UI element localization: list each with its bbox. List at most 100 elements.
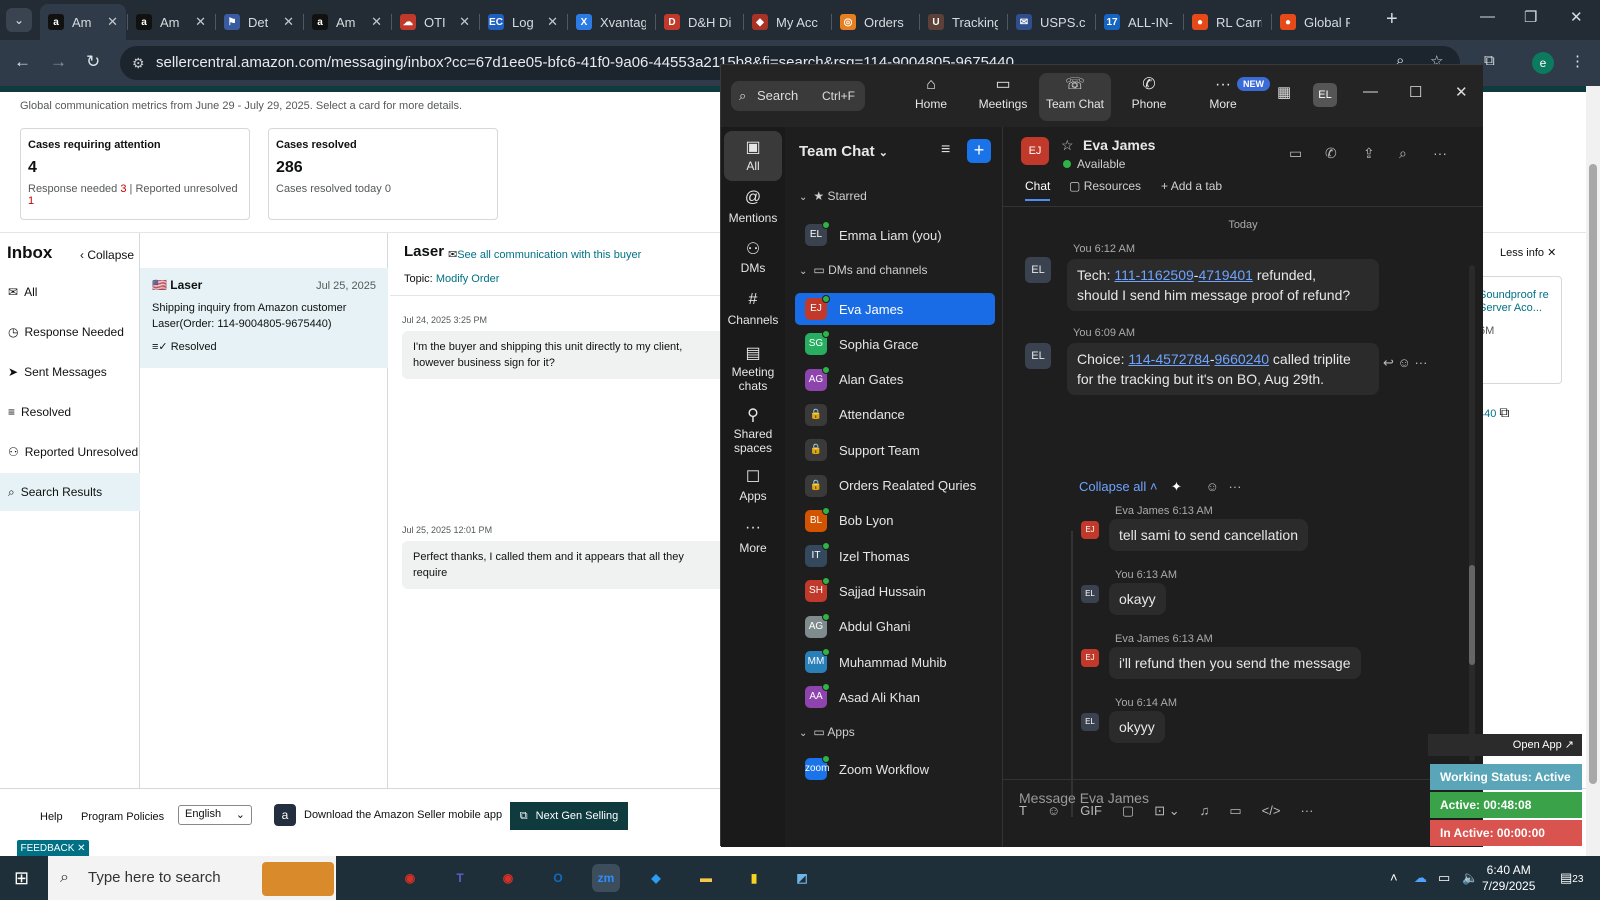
tab-add[interactable]: + Add a tab: [1161, 179, 1222, 193]
new-tab-button[interactable]: +: [1386, 8, 1398, 31]
new-chat-button[interactable]: +: [967, 139, 991, 163]
tab-close-icon[interactable]: ✕: [459, 14, 470, 30]
star-icon[interactable]: ☆: [1061, 137, 1074, 154]
see-all-communication-link[interactable]: ✉See all communication with this buyer: [448, 248, 641, 261]
composer-tool-icon[interactable]: ☺: [1047, 803, 1060, 818]
inbox-nav-item[interactable]: ≡ Resolved: [0, 393, 140, 431]
composer-tool-icon[interactable]: ⊡ ⌄: [1154, 803, 1179, 818]
chat-list-item[interactable]: SG Sophia Grace: [795, 328, 995, 360]
chat-list-item[interactable]: 🔒 Orders Realated Quries: [795, 470, 995, 502]
filter-icon[interactable]: ≡: [941, 141, 950, 159]
rail-item[interactable]: ··· More: [724, 519, 782, 555]
order-link[interactable]: 111-1162509: [1114, 267, 1193, 283]
zoom-tab[interactable]: ✆ Phone: [1113, 73, 1185, 121]
next-gen-selling-button[interactable]: ⧉ Next Gen Selling: [510, 802, 628, 830]
sender-avatar[interactable]: EL: [1025, 257, 1051, 283]
tab-close-icon[interactable]: ✕: [107, 14, 118, 30]
zoom-tab[interactable]: ☏ Team Chat: [1039, 73, 1111, 121]
reply-avatar[interactable]: EJ: [1081, 521, 1099, 539]
composer-tool-icon[interactable]: GIF: [1080, 803, 1102, 818]
taskbar-app-icon[interactable]: ⧉: [346, 864, 374, 892]
less-info-button[interactable]: Less info ✕: [1500, 246, 1556, 259]
chat-scrollbar[interactable]: [1469, 265, 1475, 761]
language-select[interactable]: English ⌄: [178, 805, 252, 825]
browser-tab[interactable]: D D&H Di: [656, 4, 742, 40]
chat-list-item[interactable]: EJ Eva James: [795, 293, 995, 325]
browser-tab[interactable]: ● Global F: [1272, 4, 1358, 40]
user-avatar[interactable]: EL: [1313, 83, 1337, 107]
sender-avatar[interactable]: EL: [1025, 343, 1051, 369]
chevron-up-icon[interactable]: ˄: [1390, 870, 1398, 885]
taskbar-app-icon[interactable]: ◆: [642, 864, 670, 892]
cases-resolved-card[interactable]: Cases resolved 286 Cases resolved today …: [268, 128, 498, 220]
tab-close-icon[interactable]: ✕: [283, 14, 294, 30]
zoom-search[interactable]: ⌕ Search Ctrl+F: [731, 81, 865, 111]
browser-tab[interactable]: a Am ✕: [40, 4, 126, 40]
contact-name[interactable]: Eva James: [1083, 137, 1155, 153]
order-link[interactable]: 4719401: [1198, 267, 1253, 283]
tab-resources[interactable]: ▢ Resources: [1069, 179, 1141, 193]
notification-icon[interactable]: ▤23: [1560, 870, 1583, 886]
chat-list-item[interactable]: MM Muhammad Muhib: [795, 646, 995, 678]
scroll-thumb[interactable]: [1469, 565, 1475, 665]
composer-tool-icon[interactable]: ···: [1300, 803, 1313, 818]
browser-tab[interactable]: ☁ OTI ✕: [392, 4, 478, 40]
tab-search-button[interactable]: ⌄: [6, 8, 32, 32]
browser-menu-icon[interactable]: ⋮: [1570, 52, 1585, 70]
browser-tab[interactable]: ✉ USPS.co: [1008, 4, 1094, 40]
chat-list-item[interactable]: AG Alan Gates: [795, 364, 995, 396]
rail-item[interactable]: ⚲ Shared spaces: [724, 405, 782, 455]
starred-section-header[interactable]: ⌄ ★ Starred: [799, 189, 867, 203]
video-icon[interactable]: ▭: [1289, 145, 1302, 162]
more-icon[interactable]: ···: [1433, 145, 1447, 161]
inbox-nav-item[interactable]: ⚇ Reported Unresolved: [0, 433, 140, 471]
rail-item[interactable]: @ Mentions: [724, 189, 782, 225]
scroll-thumb[interactable]: [1589, 164, 1597, 784]
chat-list-item[interactable]: IT Izel Thomas: [795, 540, 995, 572]
composer-tool-icon[interactable]: ▭: [1229, 803, 1241, 818]
collapse-button[interactable]: ‹ Collapse: [80, 248, 134, 262]
onedrive-icon[interactable]: ☁: [1414, 870, 1427, 886]
rail-item[interactable]: ⚇ DMs: [724, 239, 782, 275]
composer-tool-icon[interactable]: </>: [1262, 803, 1281, 818]
restore-window-button[interactable]: ❐: [1524, 8, 1537, 26]
calendar-icon[interactable]: ▦: [1277, 83, 1291, 101]
program-policies-link[interactable]: Program Policies: [81, 811, 164, 823]
taskbar-app-icon[interactable]: ▮: [740, 864, 768, 892]
taskbar-app-icon[interactable]: ▬: [692, 864, 720, 892]
taskbar-app-icon[interactable]: ◉: [396, 864, 424, 892]
extensions-icon[interactable]: ⧉: [1484, 52, 1495, 69]
volume-icon[interactable]: 🔈: [1462, 870, 1478, 886]
chat-list-item[interactable]: EL Emma Liam (you): [795, 219, 995, 251]
inbox-nav-item[interactable]: ⌕ Search Results: [0, 473, 140, 511]
order-product-card[interactable]: Soundproof re Server Aco... 6M: [1470, 276, 1562, 384]
order-link[interactable]: 114-4572784: [1128, 351, 1209, 367]
browser-tab[interactable]: X Xvantag: [568, 4, 654, 40]
open-app-button[interactable]: Open App ↗: [1428, 734, 1582, 756]
chat-list-item[interactable]: SH Sajjad Hussain: [795, 575, 995, 607]
page-scrollbar[interactable]: [1586, 86, 1600, 856]
composer-tool-icon[interactable]: T: [1019, 803, 1027, 818]
taskbar-app-icon[interactable]: zm: [592, 864, 620, 892]
browser-tab[interactable]: U Tracking: [920, 4, 1006, 40]
reply-avatar[interactable]: EJ: [1081, 649, 1099, 667]
taskbar-app-icon[interactable]: ◩: [788, 864, 816, 892]
rail-item[interactable]: ▣ All: [724, 131, 782, 181]
chat-list-item[interactable]: zoom Zoom Workflow: [795, 753, 995, 785]
download-app-link[interactable]: a Download the Amazon Seller mobile app: [274, 803, 502, 827]
browser-tab[interactable]: EC Log ✕: [480, 4, 566, 40]
back-button[interactable]: ←: [14, 52, 31, 72]
conversation-item[interactable]: 🇺🇸 Laser Jul 25, 2025 Shipping inquiry f…: [140, 268, 388, 368]
inbox-nav-item[interactable]: ➤ Sent Messages: [0, 353, 140, 391]
chat-list-item[interactable]: 🔒 Attendance: [795, 399, 995, 431]
browser-tab[interactable]: ◆ My Acc: [744, 4, 830, 40]
close-window-button[interactable]: ✕: [1570, 8, 1583, 26]
browser-tab[interactable]: 17 ALL-IN-: [1096, 4, 1182, 40]
phone-icon[interactable]: ✆: [1325, 145, 1337, 162]
apps-section-header[interactable]: ⌄ ▭ Apps: [799, 725, 855, 739]
contact-avatar[interactable]: EJ: [1021, 137, 1049, 165]
zoom-tab[interactable]: ⌂ Home: [895, 73, 967, 121]
chat-list-item[interactable]: AA Asad Ali Khan: [795, 681, 995, 713]
close-icon[interactable]: ✕: [1455, 83, 1468, 101]
network-icon[interactable]: ▭: [1438, 870, 1450, 886]
